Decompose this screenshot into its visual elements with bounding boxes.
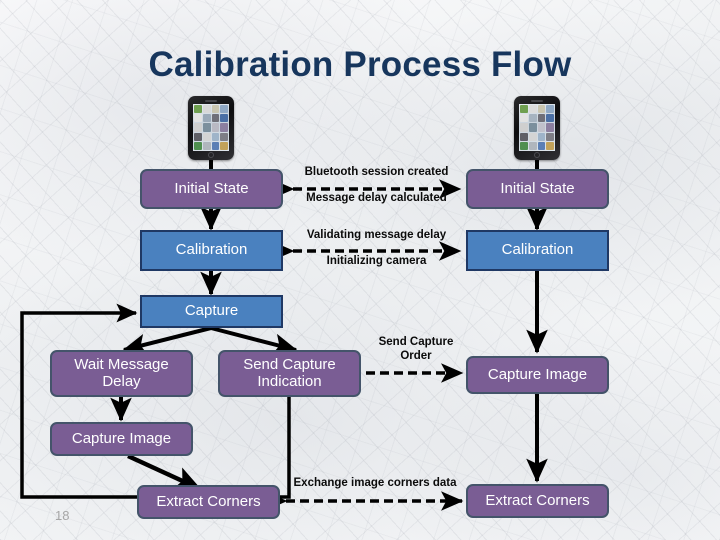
app-icon xyxy=(194,105,202,114)
node-left-initial-state[interactable]: Initial State xyxy=(140,169,283,209)
app-icon xyxy=(528,114,537,123)
app-icon xyxy=(211,114,220,123)
app-icon xyxy=(546,105,554,114)
phone-screen xyxy=(193,104,229,151)
edge-label-send-capture-order-line2: Order xyxy=(400,350,432,362)
node-label: Wait Message Delay xyxy=(74,356,169,390)
edge-label-send-capture-order-line1: Send Capture xyxy=(378,336,454,348)
node-left-calibration[interactable]: Calibration xyxy=(140,230,283,271)
app-icon xyxy=(202,141,211,150)
app-icon xyxy=(220,141,228,150)
phone-home-button-icon xyxy=(534,152,540,158)
node-left-extract-corners[interactable]: Extract Corners xyxy=(137,485,280,519)
edge-label-message-delay-calculated: Message delay calculated xyxy=(306,192,447,204)
node-left-wait-message-delay[interactable]: Wait Message Delay xyxy=(50,350,193,397)
app-icon xyxy=(194,141,202,150)
app-icon xyxy=(537,141,546,150)
app-icon xyxy=(546,132,554,141)
phone-speaker-icon xyxy=(205,100,217,102)
node-left-capture-image[interactable]: Capture Image xyxy=(50,422,193,456)
app-icon xyxy=(528,123,537,132)
slide-canvas: Calibration Process Flow Initial State C… xyxy=(0,0,720,540)
app-icon xyxy=(211,123,220,132)
app-icon xyxy=(211,132,220,141)
phone-screen xyxy=(519,104,555,151)
app-icon xyxy=(528,105,537,114)
edge-label-initializing-camera: Initializing camera xyxy=(326,255,427,267)
node-right-capture-image[interactable]: Capture Image xyxy=(466,356,609,394)
node-left-capture[interactable]: Capture xyxy=(140,295,283,328)
page-number: 18 xyxy=(55,508,70,523)
app-icon xyxy=(211,105,220,114)
node-label: Extract Corners xyxy=(156,492,261,510)
app-icon xyxy=(220,132,228,141)
app-icon xyxy=(194,123,202,132)
node-label: Calibration xyxy=(175,241,248,259)
app-icon xyxy=(520,132,528,141)
app-icon xyxy=(537,132,546,141)
app-icon xyxy=(520,123,528,132)
connector-capture-to-wait-message-delay xyxy=(122,326,212,355)
app-icon xyxy=(528,132,537,141)
node-label: Capture Image xyxy=(487,365,588,383)
app-icon xyxy=(546,123,554,132)
edge-label-exchange-image-corners-data: Exchange image corners data xyxy=(293,477,457,489)
app-icon xyxy=(202,132,211,141)
app-icon xyxy=(220,105,228,114)
node-label: Initial State xyxy=(500,179,575,197)
app-icon xyxy=(220,123,228,132)
app-icon xyxy=(520,105,528,114)
page-title: Calibration Process Flow xyxy=(148,45,572,84)
app-icon xyxy=(220,114,228,123)
left-smartphone xyxy=(188,96,234,160)
node-right-calibration[interactable]: Calibration xyxy=(466,230,609,271)
edge-label-validating-message-delay: Validating message delay xyxy=(306,229,447,241)
node-label: Initial State xyxy=(174,179,249,197)
node-label: Send Capture Indication xyxy=(243,356,336,390)
app-icon xyxy=(194,114,202,123)
app-icon xyxy=(546,114,554,123)
node-label: Capture Image xyxy=(71,429,172,447)
app-icon xyxy=(528,141,537,150)
app-icon xyxy=(202,123,211,132)
phone-home-button-icon xyxy=(208,152,214,158)
app-icon xyxy=(194,132,202,141)
app-icon xyxy=(537,114,546,123)
app-icon xyxy=(202,114,211,123)
app-icon xyxy=(537,123,546,132)
node-label: Capture xyxy=(184,302,239,320)
node-left-send-capture-indication[interactable]: Send Capture Indication xyxy=(218,350,361,397)
edge-label-bluetooth-session-created: Bluetooth session created xyxy=(304,166,449,178)
right-smartphone xyxy=(514,96,560,160)
phone-speaker-icon xyxy=(531,100,543,102)
app-icon xyxy=(520,114,528,123)
app-icon xyxy=(546,141,554,150)
node-right-extract-corners[interactable]: Extract Corners xyxy=(466,484,609,518)
app-icon xyxy=(211,141,220,150)
app-icon xyxy=(202,105,211,114)
app-icon xyxy=(520,141,528,150)
node-right-initial-state[interactable]: Initial State xyxy=(466,169,609,209)
connector-capture-to-send-capture-indication xyxy=(210,326,298,355)
app-icon xyxy=(537,105,546,114)
node-label: Calibration xyxy=(501,241,574,259)
node-label: Extract Corners xyxy=(485,491,590,509)
